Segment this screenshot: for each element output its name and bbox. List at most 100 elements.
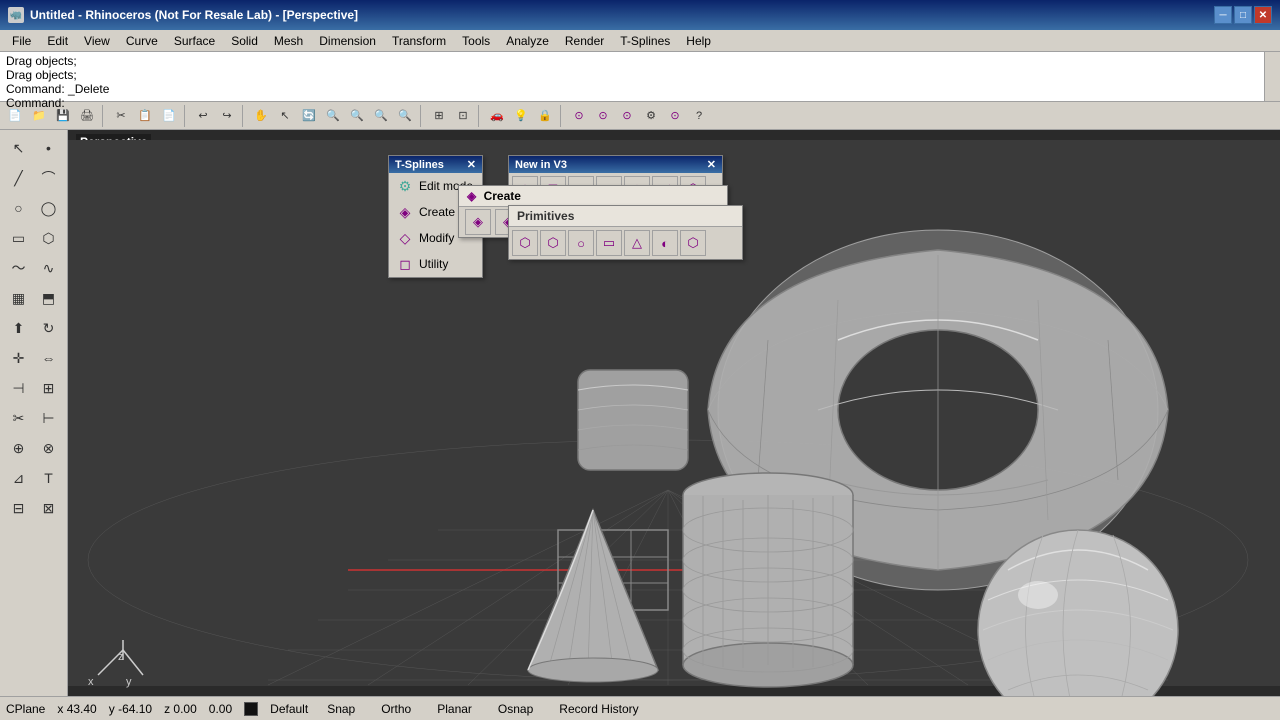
lt-arc[interactable]: ⌒ [35,164,63,192]
lt-surface[interactable]: ▦ [5,284,33,312]
lt-spline[interactable]: ∿ [35,254,63,282]
lt-move[interactable]: ✛ [5,344,33,372]
tsplines-utility[interactable]: ◻ Utility [389,251,482,277]
command-output: Drag objects; Drag objects; Command: _De… [0,52,1280,102]
lt-row10: ✂ ⊢ [5,404,63,432]
menu-item-transform[interactable]: Transform [384,32,454,50]
command-prompt[interactable]: Command: [6,96,1274,110]
menu-item-solid[interactable]: Solid [223,32,266,50]
maximize-button[interactable]: □ [1234,6,1252,24]
primitives-icons-row: ⬡ ⬡ ○ ▭ △ ◐ ⬡ [509,227,742,259]
layer-color-swatch [244,702,258,716]
newv3-title-label: New in V3 [515,159,567,171]
primitives-panel: Primitives ⬡ ⬡ ○ ▭ △ ◐ ⬡ [508,205,743,260]
lt-join[interactable]: ⊕ [5,434,33,462]
menu-item-view[interactable]: View [76,32,118,50]
lt-extrude[interactable]: ⬆ [5,314,33,342]
menu-item-tools[interactable]: Tools [454,32,498,50]
lt-props[interactable]: ⊠ [35,494,63,522]
viewport[interactable]: Perspective [68,130,1280,696]
tsplines-title-label: T-Splines [395,159,444,171]
z-coord: z 0.00 [164,702,197,716]
command-line3: Command: _Delete [6,82,1274,96]
lt-split[interactable]: ⊢ [35,404,63,432]
layer-label: Default [270,702,308,716]
lt-row8: ✛ ⇔ [5,344,63,372]
osnap-button[interactable]: Osnap [491,700,540,718]
lt-loft[interactable]: ⬒ [35,284,63,312]
lt-row11: ⊕ ⊗ [5,434,63,462]
minimize-button[interactable]: ─ [1214,6,1232,24]
create-panel-label: Create [484,189,521,203]
create-icon-box[interactable]: ◈ [465,209,491,235]
menu-item-render[interactable]: Render [557,32,612,50]
create-panel-icon: ◈ [467,189,476,203]
menu-item-analyze[interactable]: Analyze [498,32,557,50]
svg-text:x: x [88,676,94,688]
lt-array[interactable]: ⊞ [35,374,63,402]
statusbar: CPlane x 43.40 y -64.10 z 0.00 0.00 Defa… [0,696,1280,720]
lt-select[interactable]: ↖ [5,134,33,162]
create-label: Create [419,205,455,219]
lt-scale[interactable]: ⇔ [35,344,63,372]
menu-item-file[interactable]: File [4,32,39,50]
cplane-label: CPlane [6,702,45,716]
lt-text[interactable]: T [35,464,63,492]
prim-icon-3[interactable]: ○ [568,230,594,256]
menu-item-surface[interactable]: Surface [166,32,223,50]
lt-point[interactable]: • [35,134,63,162]
lt-line[interactable]: ╱ [5,164,33,192]
primitives-label: Primitives [517,209,574,223]
lt-row2: ╱ ⌒ [5,164,63,192]
lt-trim[interactable]: ✂ [5,404,33,432]
lt-mirror[interactable]: ⊣ [5,374,33,402]
lt-row3: ○ ◯ [5,194,63,222]
tsplines-close-button[interactable]: ✕ [467,158,476,171]
menu-item-mesh[interactable]: Mesh [266,32,311,50]
primitives-header: Primitives [509,206,742,227]
prim-icon-5[interactable]: △ [624,230,650,256]
snap-button[interactable]: Snap [320,700,362,718]
lt-row13: ⊟ ⊠ [5,494,63,522]
lt-ellipse[interactable]: ◯ [35,194,63,222]
lt-dim[interactable]: ⊿ [5,464,33,492]
edit-mode-icon: ⚙ [395,176,415,196]
lt-revolve[interactable]: ↻ [35,314,63,342]
menu-item-tsplines[interactable]: T-Splines [612,32,678,50]
lt-layer[interactable]: ⊟ [5,494,33,522]
utility-label: Utility [419,257,448,271]
lt-row9: ⊣ ⊞ [5,374,63,402]
prim-icon-4[interactable]: ▭ [596,230,622,256]
lt-circle[interactable]: ○ [5,194,33,222]
window-controls: ─ □ ✕ [1214,6,1272,24]
planar-button[interactable]: Planar [430,700,479,718]
menu-item-curve[interactable]: Curve [118,32,166,50]
create-icon: ◈ [395,202,415,222]
prim-icon-1[interactable]: ⬡ [512,230,538,256]
extra-val: 0.00 [209,702,232,716]
prim-icon-6[interactable]: ◐ [652,230,678,256]
lt-row12: ⊿ T [5,464,63,492]
lt-row5: 〜 ∿ [5,254,63,282]
main-area: ↖ • ╱ ⌒ ○ ◯ ▭ ⬡ 〜 ∿ ▦ ⬒ ⬆ ↻ ✛ ⇔ [0,130,1280,696]
lt-explode[interactable]: ⊗ [35,434,63,462]
prim-icon-7[interactable]: ⬡ [680,230,706,256]
lt-row6: ▦ ⬒ [5,284,63,312]
create-header: ◈ Create [459,186,727,207]
menu-item-edit[interactable]: Edit [39,32,76,50]
svg-text:y: y [126,676,132,688]
ortho-button[interactable]: Ortho [374,700,418,718]
lt-freeform[interactable]: 〜 [5,254,33,282]
modify-label: Modify [419,231,454,245]
app-icon: 🦏 [8,7,24,23]
close-button[interactable]: ✕ [1254,6,1272,24]
lt-polygon[interactable]: ⬡ [35,224,63,252]
newv3-close-button[interactable]: ✕ [707,158,716,171]
prim-icon-2[interactable]: ⬡ [540,230,566,256]
command-scrollbar[interactable] [1264,52,1280,101]
menu-item-dimension[interactable]: Dimension [311,32,384,50]
lt-row4: ▭ ⬡ [5,224,63,252]
menu-item-help[interactable]: Help [678,32,719,50]
lt-rect[interactable]: ▭ [5,224,33,252]
record-history-button[interactable]: Record History [552,700,645,718]
